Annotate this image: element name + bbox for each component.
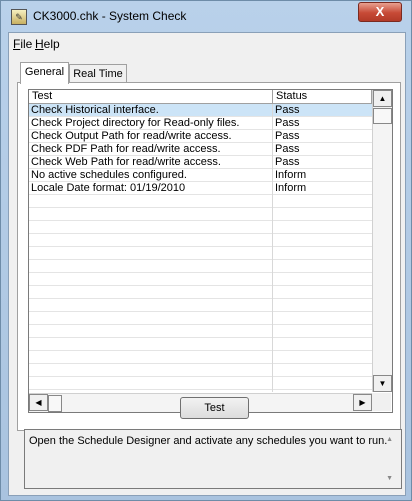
column-header-test[interactable]: Test [29, 90, 273, 103]
menu-file-label: ile [20, 37, 33, 51]
list-rows: Check Historical interface. Pass Check Pro… [29, 104, 372, 412]
list-header: Test Status [29, 90, 372, 104]
message-text: Open the Schedule Designer and activate … [29, 435, 388, 447]
empty-row [29, 325, 372, 338]
empty-row [29, 299, 372, 312]
empty-row [29, 195, 372, 208]
cell-status: Inform [275, 169, 307, 181]
menu-help-accel: H [35, 37, 44, 51]
scroll-down-icon[interactable]: ▼ [373, 375, 392, 392]
cell-test: Check PDF Path for read/write access. [31, 143, 221, 155]
cell-status: Pass [275, 143, 300, 155]
cell-test: Check Output Path for read/write access. [31, 130, 232, 142]
message-scroll-down-icon[interactable]: ▼ [386, 475, 393, 482]
table-row[interactable]: Locale Date format: 01/19/2010 Inform [29, 182, 372, 195]
close-button[interactable]: X [358, 2, 402, 22]
cell-status: Pass [275, 104, 300, 116]
cell-test: Check Web Path for read/write access. [31, 156, 221, 168]
table-row[interactable]: Check Historical interface. Pass [29, 104, 372, 117]
menu-file[interactable]: File [13, 37, 32, 51]
message-box: Open the Schedule Designer and activate … [24, 429, 402, 489]
empty-row [29, 312, 372, 325]
scroll-right-icon[interactable]: ▶ [353, 394, 372, 411]
horizontal-scroll-thumb[interactable] [48, 395, 62, 412]
tab-real-time[interactable]: Real Time [69, 64, 127, 84]
table-row[interactable]: No active schedules configured. Inform [29, 169, 372, 182]
scroll-left-icon[interactable]: ◀ [29, 394, 48, 411]
empty-row [29, 338, 372, 351]
scroll-up-icon[interactable]: ▲ [373, 90, 392, 107]
app-icon: ✎ [11, 9, 27, 25]
vertical-scrollbar[interactable]: ▲ ▼ [372, 90, 392, 392]
test-button[interactable]: Test [180, 397, 249, 419]
cell-test: Check Project directory for Read-only fi… [31, 117, 240, 129]
cell-test: No active schedules configured. [31, 169, 187, 181]
table-row[interactable]: Check PDF Path for read/write access. Pas… [29, 143, 372, 156]
window-title: CK3000.chk - System Check [33, 9, 187, 23]
empty-row [29, 247, 372, 260]
table-row[interactable]: Check Web Path for read/write access. Pas… [29, 156, 372, 169]
test-results-list[interactable]: Test Status Check Historical interface. P… [28, 89, 393, 413]
cell-status: Inform [275, 182, 307, 194]
menu-help-label: elp [43, 37, 60, 51]
empty-row [29, 286, 372, 299]
empty-row [29, 377, 372, 390]
system-check-window: ✎ CK3000.chk - System Check X File Help … [0, 0, 412, 501]
client-area: File Help General Real Time Test Status … [8, 32, 406, 496]
empty-row [29, 234, 372, 247]
column-separator [272, 104, 273, 392]
empty-row [29, 221, 372, 234]
table-row[interactable]: Check Project directory for Read-only fi… [29, 117, 372, 130]
table-row[interactable]: Check Output Path for read/write access.… [29, 130, 372, 143]
empty-row [29, 260, 372, 273]
empty-row [29, 364, 372, 377]
menu-help[interactable]: Help [35, 37, 60, 51]
tab-general[interactable]: General [20, 62, 69, 84]
menu-bar: File Help [9, 33, 405, 53]
cell-status: Pass [275, 130, 300, 142]
cell-status: Pass [275, 117, 300, 129]
vertical-scroll-thumb[interactable] [373, 108, 392, 124]
title-bar: ✎ CK3000.chk - System Check X [1, 1, 411, 31]
column-header-status[interactable]: Status [273, 90, 372, 103]
cell-test: Check Historical interface. [31, 104, 159, 116]
message-scroll-up-icon[interactable]: ▲ [386, 436, 393, 443]
cell-test: Locale Date format: 01/19/2010 [31, 182, 186, 194]
empty-row [29, 273, 372, 286]
scrollbar-corner [372, 393, 391, 411]
cell-status: Pass [275, 156, 300, 168]
empty-row [29, 351, 372, 364]
empty-row [29, 208, 372, 221]
